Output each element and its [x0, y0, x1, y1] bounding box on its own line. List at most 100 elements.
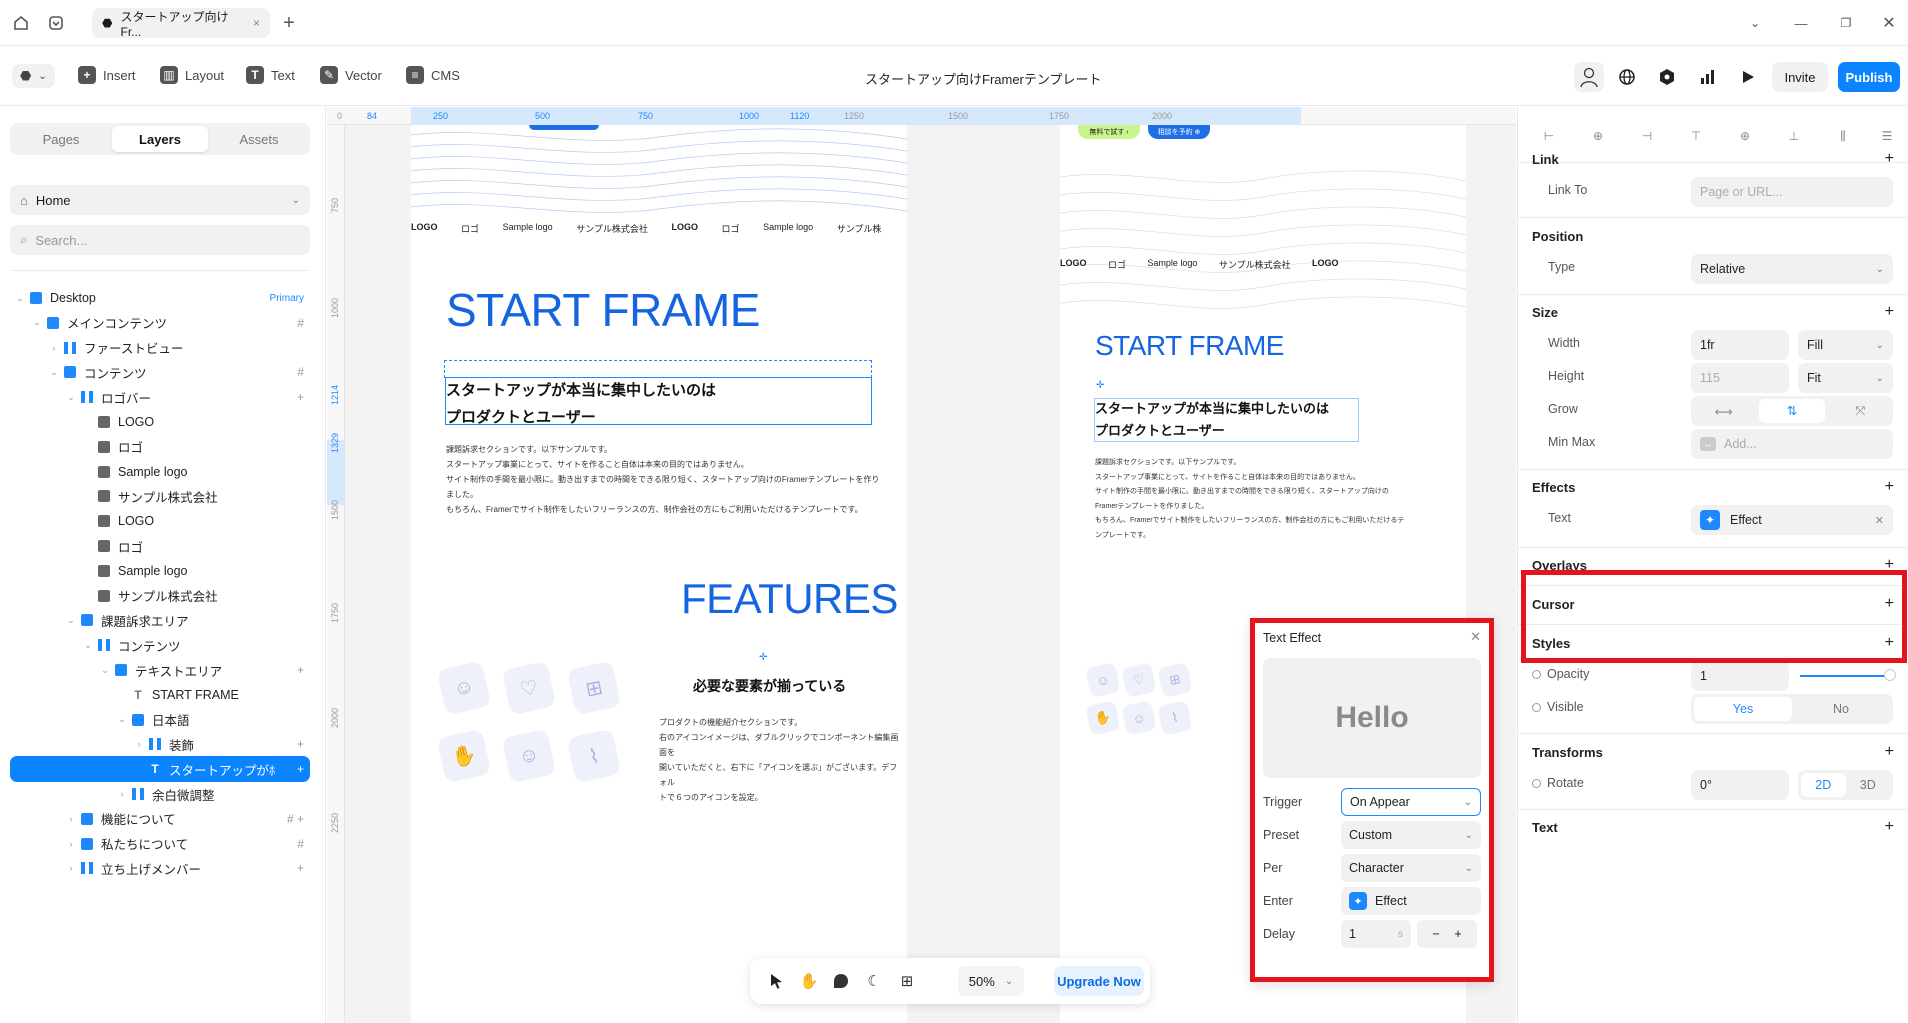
mode-3d-button[interactable]: 3D — [1846, 778, 1891, 792]
features-body[interactable]: プロダクトの機能紹介セクションです。 右のアイコンイメージは、ダブルクリックでコン… — [659, 715, 899, 805]
chevron-down-icon[interactable]: ⌄ — [65, 392, 77, 403]
width-mode-select[interactable]: Fill ⌄ — [1798, 330, 1893, 360]
remove-effect-icon[interactable]: ✕ — [1875, 514, 1884, 527]
height-input[interactable]: 115 — [1691, 363, 1789, 393]
features-heading[interactable]: FEATURES — [681, 575, 898, 623]
layer-action-icon[interactable]: # + — [287, 812, 304, 826]
invite-button[interactable]: Invite — [1772, 62, 1828, 92]
layer-action-icon[interactable]: + — [297, 390, 304, 404]
vector-button[interactable]: ✎ Vector — [320, 66, 382, 84]
per-select[interactable]: Character ⌄ — [1341, 854, 1481, 882]
align-left-icon[interactable]: ⊢ — [1540, 127, 1558, 145]
layer-row[interactable]: ⌄ 課題訴求エリア — [10, 607, 310, 633]
tab-layers[interactable]: Layers — [112, 126, 208, 152]
add-link-icon[interactable]: + — [1885, 150, 1894, 168]
pointer-tool-icon[interactable] — [766, 970, 788, 992]
chevron-right-icon[interactable]: › — [133, 739, 145, 749]
layer-action-icon[interactable]: # — [297, 365, 304, 379]
layout-button[interactable]: ▥ Layout — [160, 66, 224, 84]
inbox-icon[interactable] — [45, 12, 67, 34]
align-center-h-icon[interactable]: ⊕ — [1589, 127, 1607, 145]
layer-row[interactable]: › 私たちについて # — [10, 831, 310, 857]
hand-tool-icon[interactable]: ✋ — [798, 970, 820, 992]
close-window-icon[interactable]: ✕ — [1878, 12, 1900, 34]
text-effect-item[interactable]: ✦ Effect ✕ — [1691, 505, 1893, 535]
home-icon[interactable] — [10, 12, 32, 34]
chevron-down-icon[interactable]: ⌄ — [82, 640, 94, 651]
align-middle-icon[interactable]: ⊕ — [1736, 127, 1754, 145]
layer-action-icon[interactable]: + — [297, 737, 304, 751]
add-effect-icon[interactable]: + — [1885, 478, 1894, 496]
layer-row[interactable]: ⌄ コンテンツ # — [10, 359, 310, 385]
delay-stepper[interactable]: − + — [1417, 920, 1477, 948]
layer-row[interactable]: › ファーストビュー — [10, 335, 310, 361]
layer-row[interactable]: ⌄ テキストエリア + — [10, 657, 310, 683]
close-icon[interactable]: ✕ — [1470, 629, 1481, 645]
layer-row[interactable]: LOGO — [10, 508, 310, 534]
layer-row[interactable]: ⌄ メインコンテンツ # — [10, 310, 310, 336]
distribute-v-icon[interactable]: ☰ — [1878, 127, 1896, 145]
layer-row[interactable]: ⌄ Desktop Primary — [10, 285, 310, 311]
layer-search[interactable]: ⌕ Search... — [10, 225, 310, 255]
chevron-right-icon[interactable]: › — [116, 789, 128, 799]
opacity-input[interactable]: 1 — [1691, 661, 1789, 691]
chevron-down-icon[interactable]: ⌄ — [48, 367, 60, 378]
restore-icon[interactable]: ❐ — [1835, 12, 1857, 34]
layer-row[interactable]: ⌄ ロゴバー + — [10, 384, 310, 410]
tab-close-icon[interactable]: × — [253, 16, 260, 30]
layer-action-icon[interactable]: + — [297, 663, 304, 677]
layer-row[interactable]: ⌄ 日本語 — [10, 707, 310, 733]
insert-button[interactable]: + Insert — [78, 66, 136, 84]
tab-assets[interactable]: Assets — [211, 126, 307, 152]
layer-row[interactable]: ロゴ — [10, 533, 310, 559]
width-input[interactable]: 1fr — [1691, 330, 1789, 360]
opacity-dot-icon[interactable] — [1532, 670, 1541, 679]
layer-row[interactable]: Sample logo — [10, 459, 310, 485]
chevron-right-icon[interactable]: › — [65, 863, 77, 873]
minimize-icon[interactable]: — — [1790, 12, 1812, 34]
publish-button[interactable]: Publish — [1838, 62, 1900, 92]
add-text-style-icon[interactable]: + — [1885, 818, 1894, 836]
rotate-dot-icon[interactable] — [1532, 779, 1541, 788]
mode-2d-button[interactable]: 2D — [1801, 773, 1846, 797]
opacity-slider-handle[interactable] — [1884, 669, 1896, 681]
zoom-select[interactable]: 50% ⌄ — [958, 966, 1024, 996]
upgrade-button[interactable]: Upgrade Now — [1054, 966, 1144, 996]
globe-icon[interactable] — [1612, 62, 1642, 92]
chevron-down-icon[interactable]: ⌄ — [65, 615, 77, 626]
play-icon[interactable] — [1733, 62, 1763, 92]
document-tab[interactable]: ⬣ スタートアップ向けFr... × — [92, 8, 270, 39]
layer-row[interactable]: LOGO — [10, 409, 310, 435]
analytics-icon[interactable] — [1692, 62, 1722, 92]
chevron-down-icon[interactable]: ⌄ — [31, 317, 43, 328]
chevron-down-icon[interactable]: ⌄ — [116, 714, 128, 725]
page-select[interactable]: ⌂ Home ⌄ — [10, 185, 310, 215]
visible-dot-icon[interactable] — [1532, 703, 1541, 712]
desktop-frame[interactable]: LOGO ロゴ Sample logo サンプル株式会社 LOGO ロゴ Sample lo… — [411, 125, 907, 1023]
align-bottom-icon[interactable]: ⊥ — [1785, 127, 1803, 145]
free-trial-button[interactable]: 無料で試す › — [1078, 125, 1140, 139]
chevron-right-icon[interactable]: › — [48, 343, 60, 353]
layer-action-icon[interactable]: # — [297, 837, 304, 851]
position-type-select[interactable]: Relative ⌄ — [1691, 254, 1893, 284]
opacity-slider[interactable] — [1800, 675, 1886, 677]
layer-row[interactable]: ⌄ コンテンツ — [10, 632, 310, 658]
components-icon[interactable]: ⊞ — [896, 970, 918, 992]
tab-pages[interactable]: Pages — [13, 126, 109, 152]
cms-button[interactable]: ≡ CMS — [406, 66, 460, 84]
text-tool-button[interactable]: T Text — [246, 66, 295, 84]
visible-yes-button[interactable]: Yes — [1694, 697, 1792, 721]
start-frame-heading[interactable]: START FRAME — [1095, 330, 1284, 362]
new-tab-button[interactable]: + — [278, 12, 300, 34]
chevron-down-icon[interactable]: ⌄ — [14, 293, 26, 304]
plus-icon[interactable]: + — [1454, 927, 1461, 941]
layer-row[interactable]: サンプル株式会社 — [10, 483, 310, 509]
preset-select[interactable]: Custom ⌄ — [1341, 821, 1481, 849]
layer-row[interactable]: T スタートアップがﾎ + — [10, 756, 310, 783]
consult-button[interactable]: 相談を予約 ⊕ — [1148, 125, 1210, 139]
body-text[interactable]: 課題訴求セクションです。以下サンプルです。 スタートアップ事業にとって、サイトを作… — [446, 442, 886, 517]
layer-row[interactable]: › 機能について # + — [10, 806, 310, 832]
layer-row[interactable]: › 立ち上げメンバー + — [10, 855, 310, 881]
layer-row[interactable]: › 余白微調整 — [10, 781, 310, 807]
visible-no-button[interactable]: No — [1792, 702, 1890, 716]
